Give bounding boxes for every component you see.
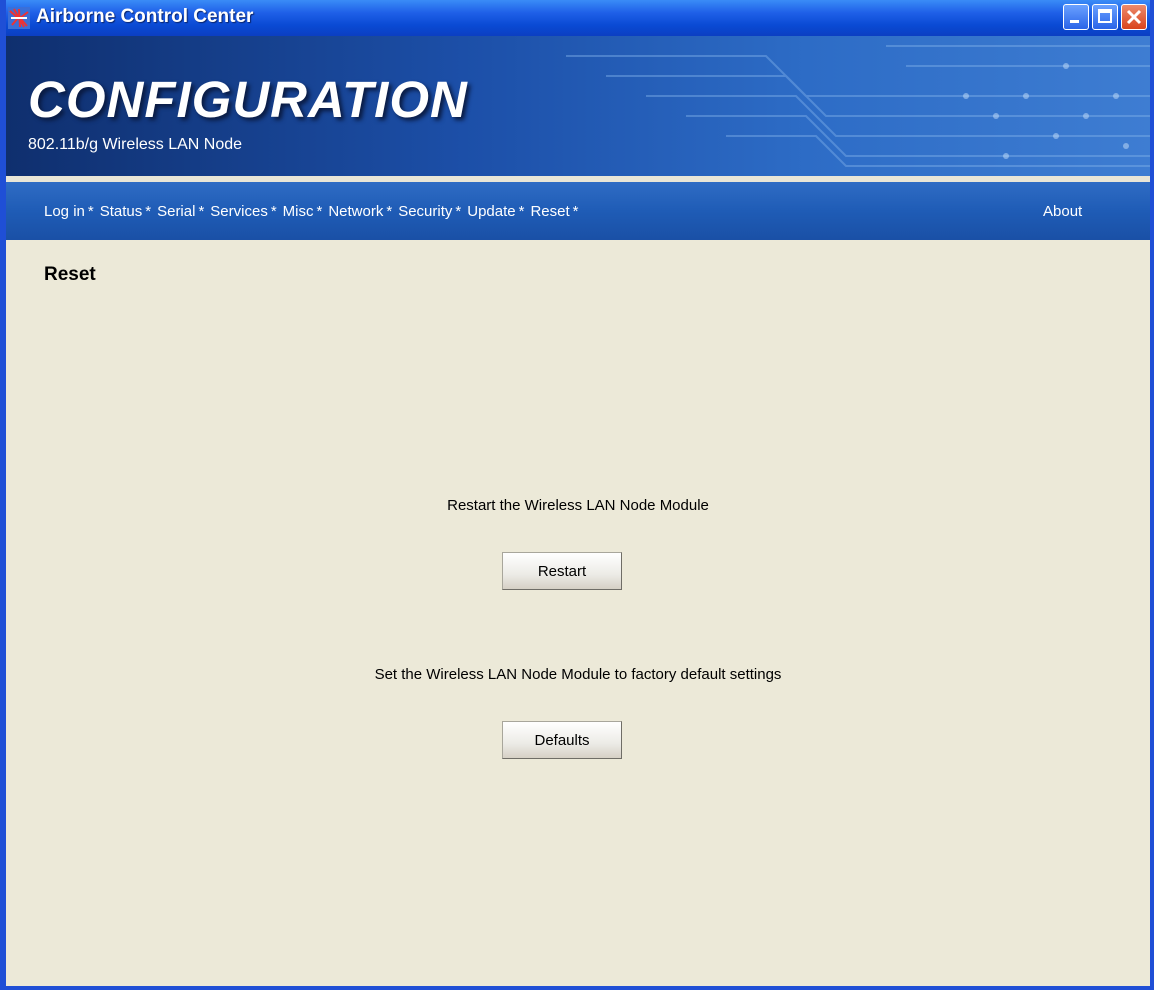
nav-item-misc[interactable]: Misc (283, 203, 314, 220)
nav-separator: * (316, 203, 323, 220)
nav-item-reset[interactable]: Reset (530, 203, 569, 220)
defaults-button[interactable]: Defaults (502, 721, 622, 759)
nav-item-security[interactable]: Security (398, 203, 452, 220)
close-icon (1126, 9, 1142, 25)
nav-item-log-in[interactable]: Log in (44, 203, 85, 220)
nav-item-network[interactable]: Network (328, 203, 383, 220)
nav-separator: * (518, 203, 525, 220)
nav-separator: * (572, 203, 579, 220)
title-bar[interactable]: Airborne Control Center (6, 0, 1150, 36)
nav-separator: * (198, 203, 205, 220)
restart-description: Restart the Wireless LAN Node Module (447, 497, 709, 514)
nav-item-status[interactable]: Status (100, 203, 143, 220)
nav-menu: Log in * Status * Serial * Services * Misc * Netwo… (44, 203, 584, 220)
nav-separator: * (386, 203, 393, 220)
window-title: Airborne Control Center (36, 6, 254, 27)
airborne-app-icon[interactable] (8, 7, 30, 29)
maximize-icon (1098, 9, 1112, 23)
nav-separator: * (145, 203, 152, 220)
header-banner: CONFIGURATION 802.11b/g Wireless LAN Nod… (6, 36, 1150, 176)
nav-separator: * (87, 203, 94, 220)
navigation-bar: Log in * Status * Serial * Services * Misc * Netwo… (6, 182, 1150, 240)
nav-item-about[interactable]: About (1043, 203, 1082, 220)
banner-title: CONFIGURATION (28, 71, 468, 128)
maximize-button[interactable] (1092, 4, 1118, 30)
close-button[interactable] (1121, 4, 1147, 30)
restart-button[interactable]: Restart (502, 552, 622, 590)
app-window: Airborne Control Center CONFIGURATION 80… (0, 0, 1154, 990)
nav-separator: * (455, 203, 462, 220)
nav-item-serial[interactable]: Serial (157, 203, 195, 220)
page-title: Reset (44, 264, 96, 285)
nav-item-services[interactable]: Services (210, 203, 268, 220)
minimize-icon (1070, 20, 1079, 23)
minimize-button[interactable] (1063, 4, 1089, 30)
banner-subtitle: 802.11b/g Wireless LAN Node (28, 136, 243, 153)
nav-separator: * (270, 203, 277, 220)
nav-item-update[interactable]: Update (467, 203, 515, 220)
defaults-description: Set the Wireless LAN Node Module to fact… (374, 666, 782, 683)
